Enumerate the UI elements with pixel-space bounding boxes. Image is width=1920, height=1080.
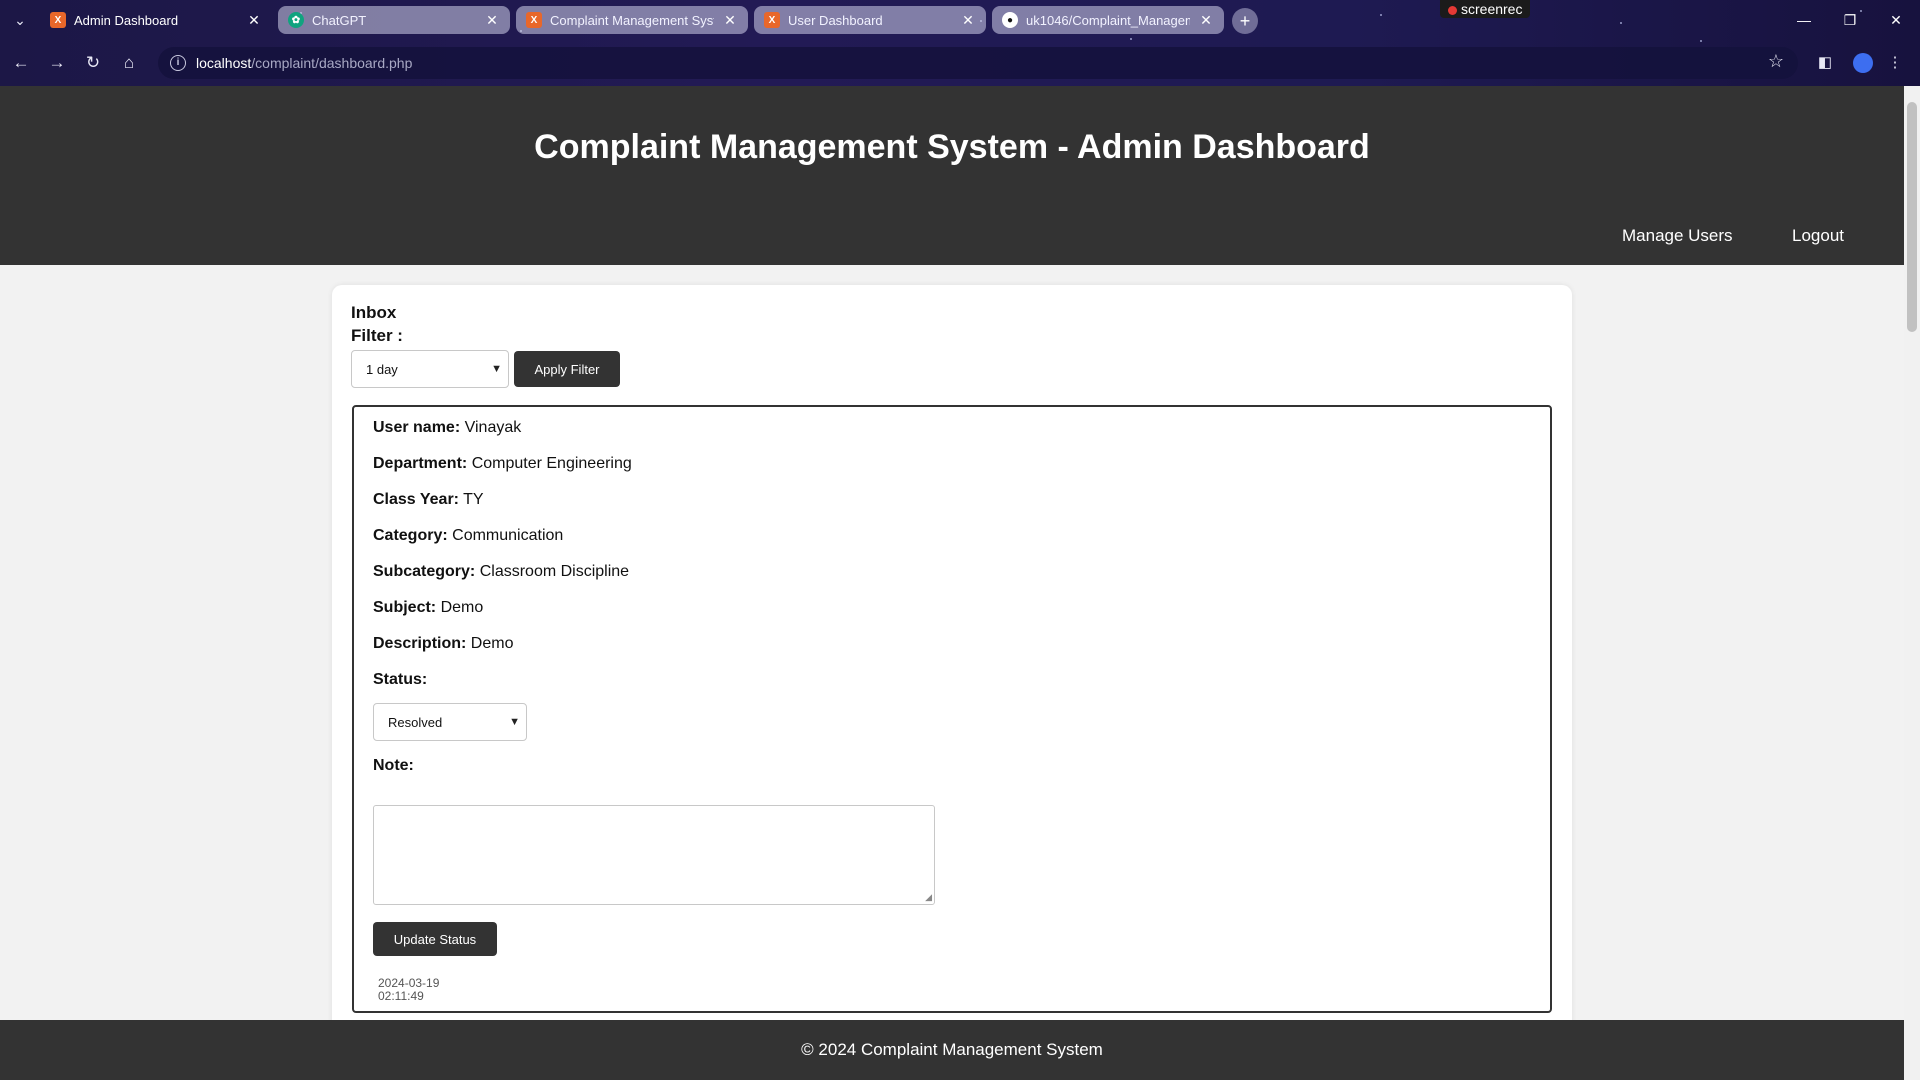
page-title: Complaint Management System - Admin Dash…: [534, 128, 1370, 166]
complaint-time: 02:11:49: [378, 989, 424, 1003]
status-selected-value: Resolved: [388, 714, 443, 730]
address-bar[interactable]: i localhost/complaint/dashboard.php ☆: [158, 47, 1798, 79]
side-panel-icon[interactable]: ◧: [1812, 50, 1838, 76]
xampp-icon: X: [526, 12, 542, 28]
tab-user-dashboard[interactable]: X User Dashboard ✕: [754, 6, 986, 34]
description-row: Description: Demo: [373, 635, 513, 653]
logout-link[interactable]: Logout: [1792, 226, 1844, 246]
browser-chrome: ⌄ X Admin Dashboard ✕ ✿ ChatGPT ✕ X Comp…: [0, 0, 1920, 86]
subcategory-value: Classroom Discipline: [479, 563, 630, 580]
scrollbar-thumb[interactable]: [1907, 102, 1917, 332]
class-year-label: Class Year:: [373, 491, 459, 508]
background-star: [1700, 40, 1702, 42]
class-year-row: Class Year: TY: [373, 491, 484, 509]
category-label: Category:: [373, 527, 448, 544]
manage-users-link[interactable]: Manage Users: [1622, 226, 1733, 246]
bookmark-star-icon[interactable]: ☆: [1768, 51, 1784, 72]
tab-title: Admin Dashboard: [74, 12, 179, 28]
recorder-label: screenrec: [1461, 1, 1523, 17]
tab-strip: ⌄ X Admin Dashboard ✕ ✿ ChatGPT ✕ X Comp…: [0, 0, 1920, 40]
close-icon[interactable]: ✕: [484, 12, 500, 28]
page-scrollbar[interactable]: [1904, 86, 1920, 1080]
github-icon: ●: [1002, 12, 1018, 28]
note-label: Note:: [373, 757, 414, 774]
app-header: Complaint Management System - Admin Dash…: [0, 86, 1904, 265]
screenrec-badge: screenrec: [1440, 0, 1531, 18]
note-textarea[interactable]: ◢: [373, 805, 935, 905]
copyright-text: © 2024 Complaint Management System: [801, 1040, 1103, 1059]
tab-admin-dashboard[interactable]: X Admin Dashboard ✕: [40, 6, 272, 34]
app-footer: © 2024 Complaint Management System: [0, 1020, 1904, 1080]
username-value: Vinayak: [464, 419, 522, 436]
tab-title: uk1046/Complaint_Management: [1026, 12, 1190, 28]
department-value: Computer Engineering: [471, 455, 632, 472]
status-label: Status:: [373, 671, 428, 688]
xampp-icon: X: [764, 12, 780, 28]
status-select[interactable]: Resolved ▼: [373, 703, 527, 741]
tab-complaint-management[interactable]: X Complaint Management System ✕: [516, 6, 748, 34]
subcategory-label: Subcategory:: [373, 563, 476, 580]
description-label: Description:: [373, 635, 467, 652]
close-icon[interactable]: ✕: [246, 12, 262, 28]
resize-handle-icon[interactable]: ◢: [925, 892, 932, 903]
tab-title: Complaint Management System: [550, 12, 714, 28]
description-value: Demo: [470, 635, 514, 652]
site-info-icon[interactable]: i: [170, 55, 186, 71]
category-row: Category: Communication: [373, 527, 563, 545]
username-label: User name:: [373, 419, 461, 436]
tab-chatgpt[interactable]: ✿ ChatGPT ✕: [278, 6, 510, 34]
subcategory-row: Subcategory: Classroom Discipline: [373, 563, 629, 581]
profile-avatar[interactable]: [1853, 53, 1873, 73]
subject-row: Subject: Demo: [373, 599, 483, 617]
status-label-row: Status:: [373, 671, 427, 689]
complaint-item: User name: Vinayak Department: Computer …: [352, 405, 1552, 1013]
home-icon[interactable]: ⌂: [116, 50, 142, 76]
url-path: /complaint/dashboard.php: [251, 55, 413, 71]
category-value: Communication: [452, 527, 564, 544]
forward-icon[interactable]: →: [44, 50, 70, 76]
url-host: localhost: [196, 55, 252, 71]
back-icon[interactable]: ←: [8, 50, 34, 76]
restore-icon[interactable]: ❐: [1830, 6, 1870, 34]
class-year-value: TY: [463, 491, 484, 508]
browser-toolbar: ← → ↻ ⌂ i localhost/complaint/dashboard.…: [0, 44, 1920, 82]
subject-value: Demo: [440, 599, 484, 616]
chevron-down-icon: ▼: [509, 716, 520, 728]
menu-kebab-icon[interactable]: ⋮: [1882, 50, 1908, 76]
inbox-card: Inbox Filter : 1 day ▼ Apply Filter User…: [332, 285, 1572, 1065]
department-label: Department:: [373, 455, 468, 472]
update-status-button[interactable]: Update Status: [373, 922, 497, 956]
new-tab-button[interactable]: +: [1232, 8, 1258, 34]
filter-label: Filter :: [351, 326, 403, 345]
chevron-down-icon: ▼: [491, 363, 502, 375]
minimize-icon[interactable]: —: [1784, 6, 1824, 34]
xampp-icon: X: [50, 12, 66, 28]
apply-filter-button[interactable]: Apply Filter: [514, 351, 620, 387]
chatgpt-icon: ✿: [288, 12, 304, 28]
close-icon[interactable]: ✕: [960, 12, 976, 28]
close-icon[interactable]: ✕: [1198, 12, 1214, 28]
filter-selected-value: 1 day: [366, 361, 398, 377]
page-viewport: Complaint Management System - Admin Dash…: [0, 86, 1904, 1080]
tab-title: User Dashboard: [788, 12, 883, 28]
department-row: Department: Computer Engineering: [373, 455, 632, 473]
note-label-row: Note:: [373, 757, 414, 775]
tab-title: ChatGPT: [312, 12, 367, 28]
tab-search-icon[interactable]: ⌄: [8, 8, 32, 32]
complaint-date: 2024-03-19: [378, 976, 440, 990]
reload-icon[interactable]: ↻: [80, 50, 106, 76]
record-dot-icon: [1448, 5, 1457, 15]
subject-label: Subject:: [373, 599, 437, 616]
filter-select[interactable]: 1 day ▼: [351, 350, 509, 388]
close-icon[interactable]: ✕: [722, 12, 738, 28]
username-row: User name: Vinayak: [373, 419, 521, 437]
url-text[interactable]: localhost/complaint/dashboard.php: [196, 55, 412, 71]
window-close-icon[interactable]: ✕: [1876, 6, 1916, 34]
inbox-heading: Inbox: [351, 303, 397, 322]
tab-github-repo[interactable]: ● uk1046/Complaint_Management ✕: [992, 6, 1224, 34]
